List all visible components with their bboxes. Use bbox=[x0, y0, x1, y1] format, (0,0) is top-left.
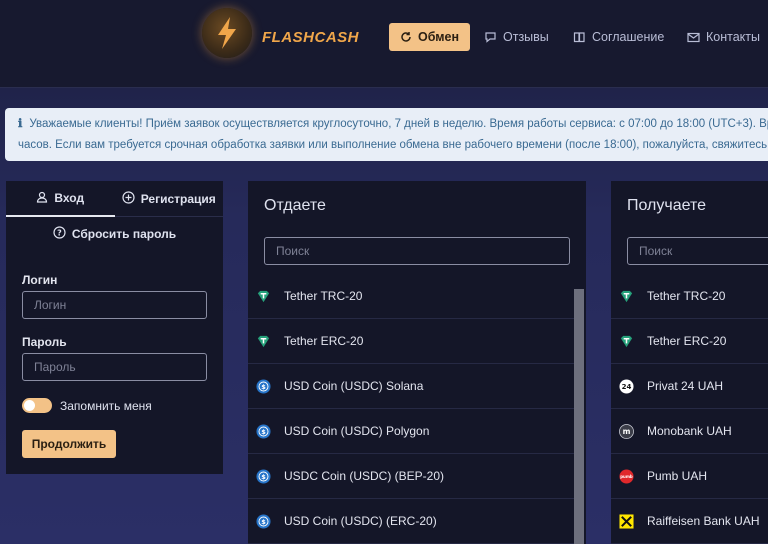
tether-icon bbox=[620, 335, 633, 347]
give-list-scrollbar[interactable] bbox=[574, 289, 584, 544]
mail-icon bbox=[687, 32, 700, 43]
tab-register[interactable]: Регистрация bbox=[114, 181, 223, 217]
svg-text:$: $ bbox=[261, 472, 266, 480]
svg-text:m: m bbox=[623, 427, 631, 436]
svg-text:?: ? bbox=[57, 229, 62, 238]
site-header: FLASHCASH Обмен Отзывы Соглашение Контак… bbox=[0, 0, 768, 88]
get-item-label: Tether TRC-20 bbox=[647, 289, 726, 303]
nav-agreement-label: Соглашение bbox=[592, 30, 665, 44]
get-item-tether-erc20[interactable]: Tether ERC-20 bbox=[611, 319, 768, 364]
get-item-label: Privat 24 UAH bbox=[647, 379, 724, 393]
book-icon bbox=[573, 31, 586, 43]
give-list: Tether TRC-20 Tether ERC-20 $ USD Coin (… bbox=[248, 274, 574, 544]
reset-password-link[interactable]: ? Сбросить пароль bbox=[6, 226, 223, 242]
login-input[interactable] bbox=[22, 291, 207, 319]
login-label: Логин bbox=[22, 273, 58, 287]
auth-tabs: Вход Регистрация bbox=[6, 181, 223, 217]
get-item-label: Tether ERC-20 bbox=[647, 334, 727, 348]
remember-label: Запомнить меня bbox=[60, 398, 152, 413]
nav-exchange[interactable]: Обмен bbox=[389, 23, 471, 51]
give-item-usdc-bep20[interactable]: $ USDC Coin (USDC) (BEP-20) bbox=[248, 454, 574, 499]
nav-reviews-label: Отзывы bbox=[503, 30, 549, 44]
pumb-icon: pumb bbox=[619, 468, 634, 484]
usdc-icon: $ bbox=[256, 378, 271, 394]
give-item-usdc-solana[interactable]: $ USD Coin (USDC) Solana bbox=[248, 364, 574, 409]
remember-me: Запомнить меня bbox=[22, 398, 152, 413]
tab-register-label: Регистрация bbox=[140, 191, 216, 206]
get-item-label: Pumb UAH bbox=[647, 469, 708, 483]
usdc-icon: $ bbox=[256, 468, 271, 484]
remember-toggle[interactable] bbox=[22, 398, 52, 413]
reset-password-label: Сбросить пароль bbox=[71, 227, 177, 241]
tether-icon bbox=[620, 290, 633, 302]
give-item-tether-erc20[interactable]: Tether ERC-20 bbox=[248, 319, 574, 364]
notice-line-1: Уважаемые клиенты! Приём заявок осуществ… bbox=[29, 118, 768, 130]
give-item-tether-trc20[interactable]: Tether TRC-20 bbox=[248, 274, 574, 319]
plus-circle-icon bbox=[122, 190, 135, 207]
give-item-usdc-polygon[interactable]: $ USD Coin (USDC) Polygon bbox=[248, 409, 574, 454]
give-title: Отдаете bbox=[264, 197, 326, 214]
usdc-icon: $ bbox=[256, 513, 271, 529]
give-item-label: Tether TRC-20 bbox=[284, 289, 363, 303]
get-list: Tether TRC-20 Tether ERC-20 24 Privat 24… bbox=[611, 274, 768, 544]
user-icon bbox=[36, 191, 48, 206]
info-icon: ℹ bbox=[18, 118, 23, 130]
continue-button[interactable]: Продолжить bbox=[22, 430, 116, 458]
raiffeisen-icon bbox=[619, 513, 634, 529]
nav-exchange-label: Обмен bbox=[418, 30, 460, 44]
svg-text:$: $ bbox=[261, 427, 266, 435]
refresh-icon bbox=[400, 31, 412, 43]
nav-contacts[interactable]: Контакты bbox=[687, 23, 760, 51]
nav-reviews[interactable]: Отзывы bbox=[484, 23, 549, 51]
usdc-icon: $ bbox=[256, 423, 271, 439]
get-item-privat24[interactable]: 24 Privat 24 UAH bbox=[611, 364, 768, 409]
give-item-label: USD Coin (USDC) Polygon bbox=[284, 424, 430, 438]
give-item-usdc-erc20[interactable]: $ USD Coin (USDC) (ERC-20) bbox=[248, 499, 574, 544]
svg-text:pumb: pumb bbox=[620, 474, 633, 479]
brand-name[interactable]: FLASHCASH bbox=[262, 29, 359, 46]
get-panel: Получаете Tether TRC-20 Tether ERC-20 24… bbox=[611, 181, 768, 544]
auth-panel: Вход Регистрация ? Сбросить пароль Логин… bbox=[6, 181, 223, 474]
svg-text:24: 24 bbox=[622, 382, 632, 391]
get-item-monobank[interactable]: m Monobank UAH bbox=[611, 409, 768, 454]
tether-icon bbox=[257, 335, 270, 347]
notice-banner: ℹ Уважаемые клиенты! Приём заявок осущест… bbox=[5, 108, 768, 161]
notice-line-2: часов. Если вам требуется срочная обрабо… bbox=[18, 139, 768, 151]
password-input[interactable] bbox=[22, 353, 207, 381]
svg-text:$: $ bbox=[261, 517, 266, 525]
question-circle-icon: ? bbox=[53, 226, 66, 242]
give-panel: Отдаете Tether TRC-20 Tether ERC-20 $ US… bbox=[248, 181, 586, 544]
give-search-input[interactable] bbox=[264, 237, 570, 265]
get-item-pumb[interactable]: pumb Pumb UAH bbox=[611, 454, 768, 499]
monobank-icon: m bbox=[619, 423, 634, 439]
get-item-raiffeisen[interactable]: Raiffeisen Bank UAH bbox=[611, 499, 768, 544]
get-item-tether-trc20[interactable]: Tether TRC-20 bbox=[611, 274, 768, 319]
get-item-label: Raiffeisen Bank UAH bbox=[647, 514, 760, 528]
get-search-input[interactable] bbox=[627, 237, 768, 265]
tab-login-label: Вход bbox=[54, 191, 85, 205]
nav-agreement[interactable]: Соглашение bbox=[573, 23, 664, 51]
nav-contacts-label: Контакты bbox=[706, 30, 760, 44]
password-label: Пароль bbox=[22, 335, 67, 349]
tab-login[interactable]: Вход bbox=[6, 181, 115, 217]
privat24-icon: 24 bbox=[619, 378, 634, 394]
get-item-label: Monobank UAH bbox=[647, 424, 732, 438]
chat-icon bbox=[484, 31, 497, 43]
give-item-label: Tether ERC-20 bbox=[284, 334, 364, 348]
svg-text:$: $ bbox=[261, 382, 266, 390]
give-item-label: USDC Coin (USDC) (BEP-20) bbox=[284, 469, 445, 483]
tether-icon bbox=[257, 290, 270, 302]
get-title: Получаете bbox=[627, 197, 707, 214]
logo-lightning-icon[interactable] bbox=[202, 8, 252, 58]
give-item-label: USD Coin (USDC) (ERC-20) bbox=[284, 514, 437, 528]
give-item-label: USD Coin (USDC) Solana bbox=[284, 379, 424, 393]
